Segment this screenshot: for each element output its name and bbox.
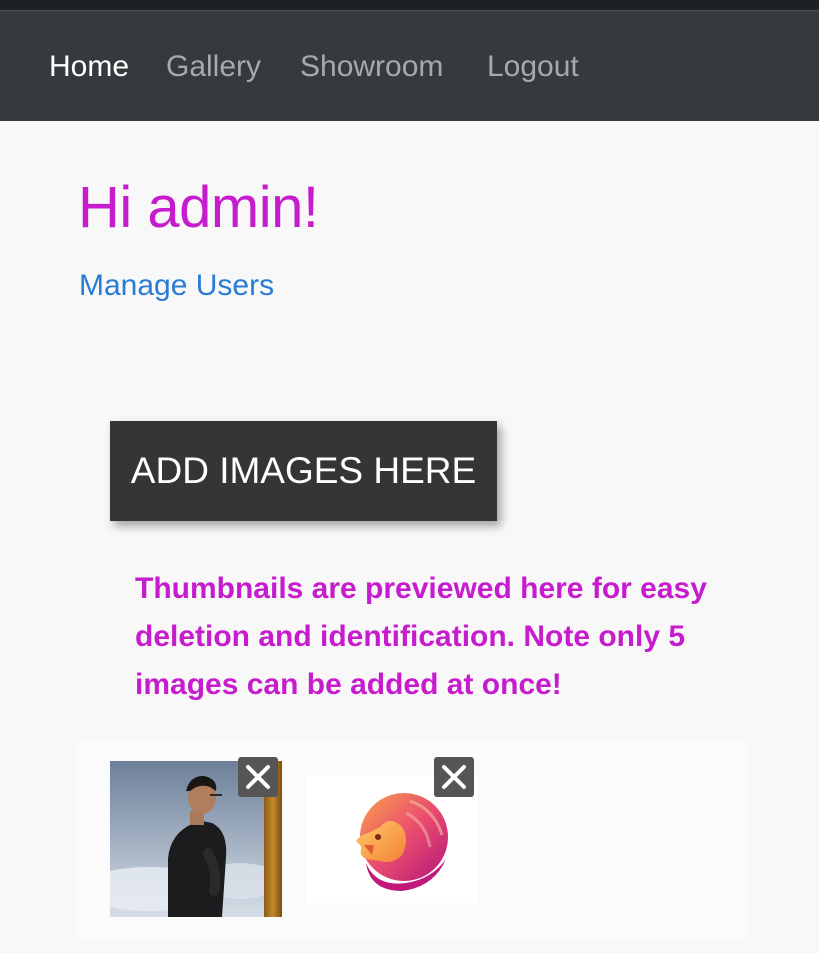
- window-top-strip: [0, 0, 819, 10]
- thumbnail-note: Thumbnails are previewed here for easy d…: [135, 572, 707, 701]
- remove-thumbnail-2-button[interactable]: [434, 757, 474, 797]
- close-icon: [442, 765, 466, 789]
- nav-showroom-link[interactable]: Showroom: [300, 47, 443, 87]
- nav-home-link[interactable]: Home: [49, 47, 129, 87]
- top-navbar: Home Gallery Showroom Logout: [0, 10, 819, 121]
- page-greeting: Hi admin!: [78, 175, 319, 240]
- nav-gallery-link[interactable]: Gallery: [166, 47, 261, 87]
- remove-thumbnail-1-button[interactable]: [238, 757, 278, 797]
- add-images-button[interactable]: ADD IMAGES HERE: [110, 421, 497, 521]
- close-icon: [246, 765, 270, 789]
- manage-users-link[interactable]: Manage Users: [79, 266, 274, 306]
- nav-logout-link[interactable]: Logout: [487, 47, 579, 87]
